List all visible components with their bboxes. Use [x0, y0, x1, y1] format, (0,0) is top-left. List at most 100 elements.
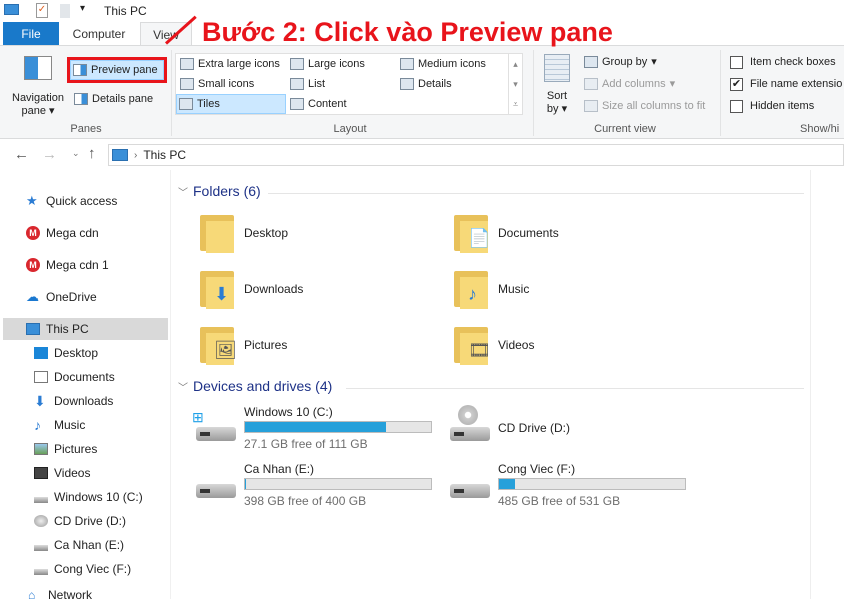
separator: [720, 50, 721, 136]
layout-list[interactable]: List: [288, 74, 325, 94]
layout-extra-large-icons[interactable]: Extra large icons: [178, 54, 280, 74]
drive-name: Windows 10 (C:): [244, 405, 333, 419]
layout-large-icons[interactable]: Large icons: [288, 54, 365, 74]
large-icons-icon: [290, 58, 304, 70]
recent-locations-chevron-icon[interactable]: ⌄: [72, 148, 80, 159]
drive-usage-bar: [244, 478, 432, 490]
chevron-down-icon: ﹀: [178, 382, 188, 394]
content-right-border: [810, 170, 811, 599]
sidebar-item-label: Videos: [54, 466, 91, 480]
annotation-text: Bước 2: Click vào Preview pane: [202, 17, 613, 47]
sidebar-item-windows-10-c[interactable]: Windows 10 (C:): [34, 486, 143, 508]
sort-by-button[interactable]: Sort by ▾: [540, 54, 574, 115]
drive-usage-fill: [245, 422, 386, 432]
section-divider: [346, 388, 804, 389]
item-check-boxes-toggle[interactable]: Item check boxes: [728, 52, 836, 72]
sidebar-item-mega-cdn-1[interactable]: M Mega cdn 1: [26, 254, 109, 276]
address-bar[interactable]: › This PC: [108, 144, 844, 166]
details-pane-button[interactable]: Details pane: [72, 89, 153, 109]
folder-name: Downloads: [244, 282, 304, 296]
chevron-down-icon: ﹀: [178, 187, 188, 199]
folder-item[interactable]: 📄 Documents: [452, 213, 559, 253]
folder-item[interactable]: ♪ Music: [452, 269, 529, 309]
up-arrow-icon[interactable]: ↑: [88, 145, 96, 162]
checkbox[interactable]: [730, 55, 743, 69]
folder-name: Documents: [498, 226, 559, 240]
layout-tiles[interactable]: Tiles: [176, 94, 286, 114]
separator: [171, 50, 172, 136]
drives-section-header[interactable]: ﹀ Devices and drives (4): [178, 378, 332, 394]
navigation-pane-icon: [24, 56, 52, 80]
back-arrow-icon[interactable]: ←: [14, 146, 29, 163]
forward-arrow-icon[interactable]: →: [42, 146, 57, 163]
cloud-icon: ☁: [26, 289, 39, 304]
layout-small-icons[interactable]: Small icons: [178, 74, 254, 94]
sidebar-item-mega-cdn[interactable]: M Mega cdn: [26, 222, 99, 244]
tab-computer[interactable]: Computer: [62, 22, 136, 46]
medium-icons-icon: [400, 58, 414, 70]
checkbox[interactable]: [730, 99, 743, 113]
navigation-pane-button[interactable]: Navigation pane ▾: [8, 56, 68, 118]
sidebar-item-desktop[interactable]: Desktop: [34, 342, 98, 364]
folder-name: Videos: [498, 338, 535, 352]
videos-icon: [34, 467, 48, 479]
sidebar-item-ca-nhan-e[interactable]: Ca Nhan (E:): [34, 534, 124, 556]
layout-scrollbar[interactable]: ▴ ▾ ⩡: [508, 54, 522, 114]
customize-toolbar-icon[interactable]: ▾: [80, 3, 85, 14]
layout-medium-icons[interactable]: Medium icons: [398, 54, 486, 74]
sidebar-item-this-pc[interactable]: This PC: [3, 318, 168, 340]
drive-name: CD Drive (D:): [498, 421, 570, 435]
sidebar-item-label: Windows 10 (C:): [54, 490, 143, 504]
folders-section-header[interactable]: ﹀ Folders (6): [178, 183, 261, 199]
folder-item[interactable]: Desktop: [198, 213, 288, 253]
drive-free-space: 485 GB free of 531 GB: [498, 494, 621, 508]
drive-icon: [34, 545, 48, 551]
content-area: ﹀ Folders (6) Desktop 📄 Documents ⬇ Downloads…: [170, 170, 810, 599]
sort-by-label-2: by ▾: [546, 103, 568, 115]
music-icon: ♪: [34, 417, 41, 433]
sidebar-item-downloads[interactable]: ⬇ Downloads: [34, 390, 113, 412]
sort-by-icon: [544, 54, 570, 82]
sidebar-item-videos[interactable]: Videos: [34, 462, 90, 484]
sidebar-item-cong-viec-f[interactable]: Cong Viec (F:): [34, 558, 131, 580]
folder-item[interactable]: 🖼 Pictures: [198, 325, 287, 365]
layout-content[interactable]: Content: [288, 94, 347, 114]
sidebar-item-label: Ca Nhan (E:): [54, 538, 125, 552]
sidebar-item-pictures[interactable]: Pictures: [34, 438, 97, 460]
sidebar-item-label: Documents: [54, 370, 115, 384]
sidebar-item-onedrive[interactable]: ☁ OneDrive: [26, 286, 97, 308]
sidebar-item-documents[interactable]: Documents: [34, 366, 115, 388]
sidebar-item-cd-drive-d[interactable]: CD Drive (D:): [34, 510, 126, 532]
panes-group-label: Panes: [70, 123, 102, 135]
hidden-items-toggle[interactable]: Hidden items: [728, 96, 814, 116]
layout-details[interactable]: Details: [398, 74, 452, 94]
add-columns-button[interactable]: Add columns ▾: [582, 74, 675, 94]
mega-icon: M: [26, 258, 40, 272]
folder-item[interactable]: ⬇ Downloads: [198, 269, 303, 309]
pictures-icon: [34, 443, 48, 455]
sidebar-item-music[interactable]: ♪ Music: [34, 414, 85, 436]
group-by-button[interactable]: Group by ▾: [582, 52, 657, 72]
folder-item[interactable]: 🎞 Videos: [452, 325, 534, 365]
file-name-extensions-toggle[interactable]: ✔ File name extensio: [728, 74, 842, 94]
desktop-icon: [34, 347, 48, 359]
computer-icon: [4, 4, 19, 15]
drive-icon: [34, 569, 48, 575]
breadcrumb-this-pc[interactable]: This PC: [143, 148, 186, 162]
network-icon: ⌂: [28, 588, 36, 602]
window-title: This PC: [104, 4, 147, 18]
checkbox-checked[interactable]: ✔: [730, 77, 743, 91]
navigation-pane: ★ Quick access M Mega cdn M Mega cdn 1 ☁ OneDri…: [0, 170, 170, 602]
sidebar-item-label: This PC: [46, 322, 89, 336]
sidebar-item-label: Mega cdn: [46, 226, 99, 240]
properties-icon[interactable]: ✓: [36, 3, 48, 18]
tab-file[interactable]: File: [3, 22, 59, 46]
new-folder-icon[interactable]: [60, 4, 70, 18]
sidebar-item-network[interactable]: ⌂ Network: [28, 584, 92, 606]
hard-drive-icon: ⊞: [192, 409, 238, 443]
sidebar-item-label: Downloads: [54, 394, 114, 408]
navigation-pane-label-2: pane ▾: [21, 105, 55, 117]
preview-pane-button[interactable]: Preview pane: [67, 57, 167, 83]
size-all-columns-button[interactable]: Size all columns to fit: [582, 96, 705, 116]
sidebar-item-quick-access[interactable]: ★ Quick access: [26, 190, 117, 212]
